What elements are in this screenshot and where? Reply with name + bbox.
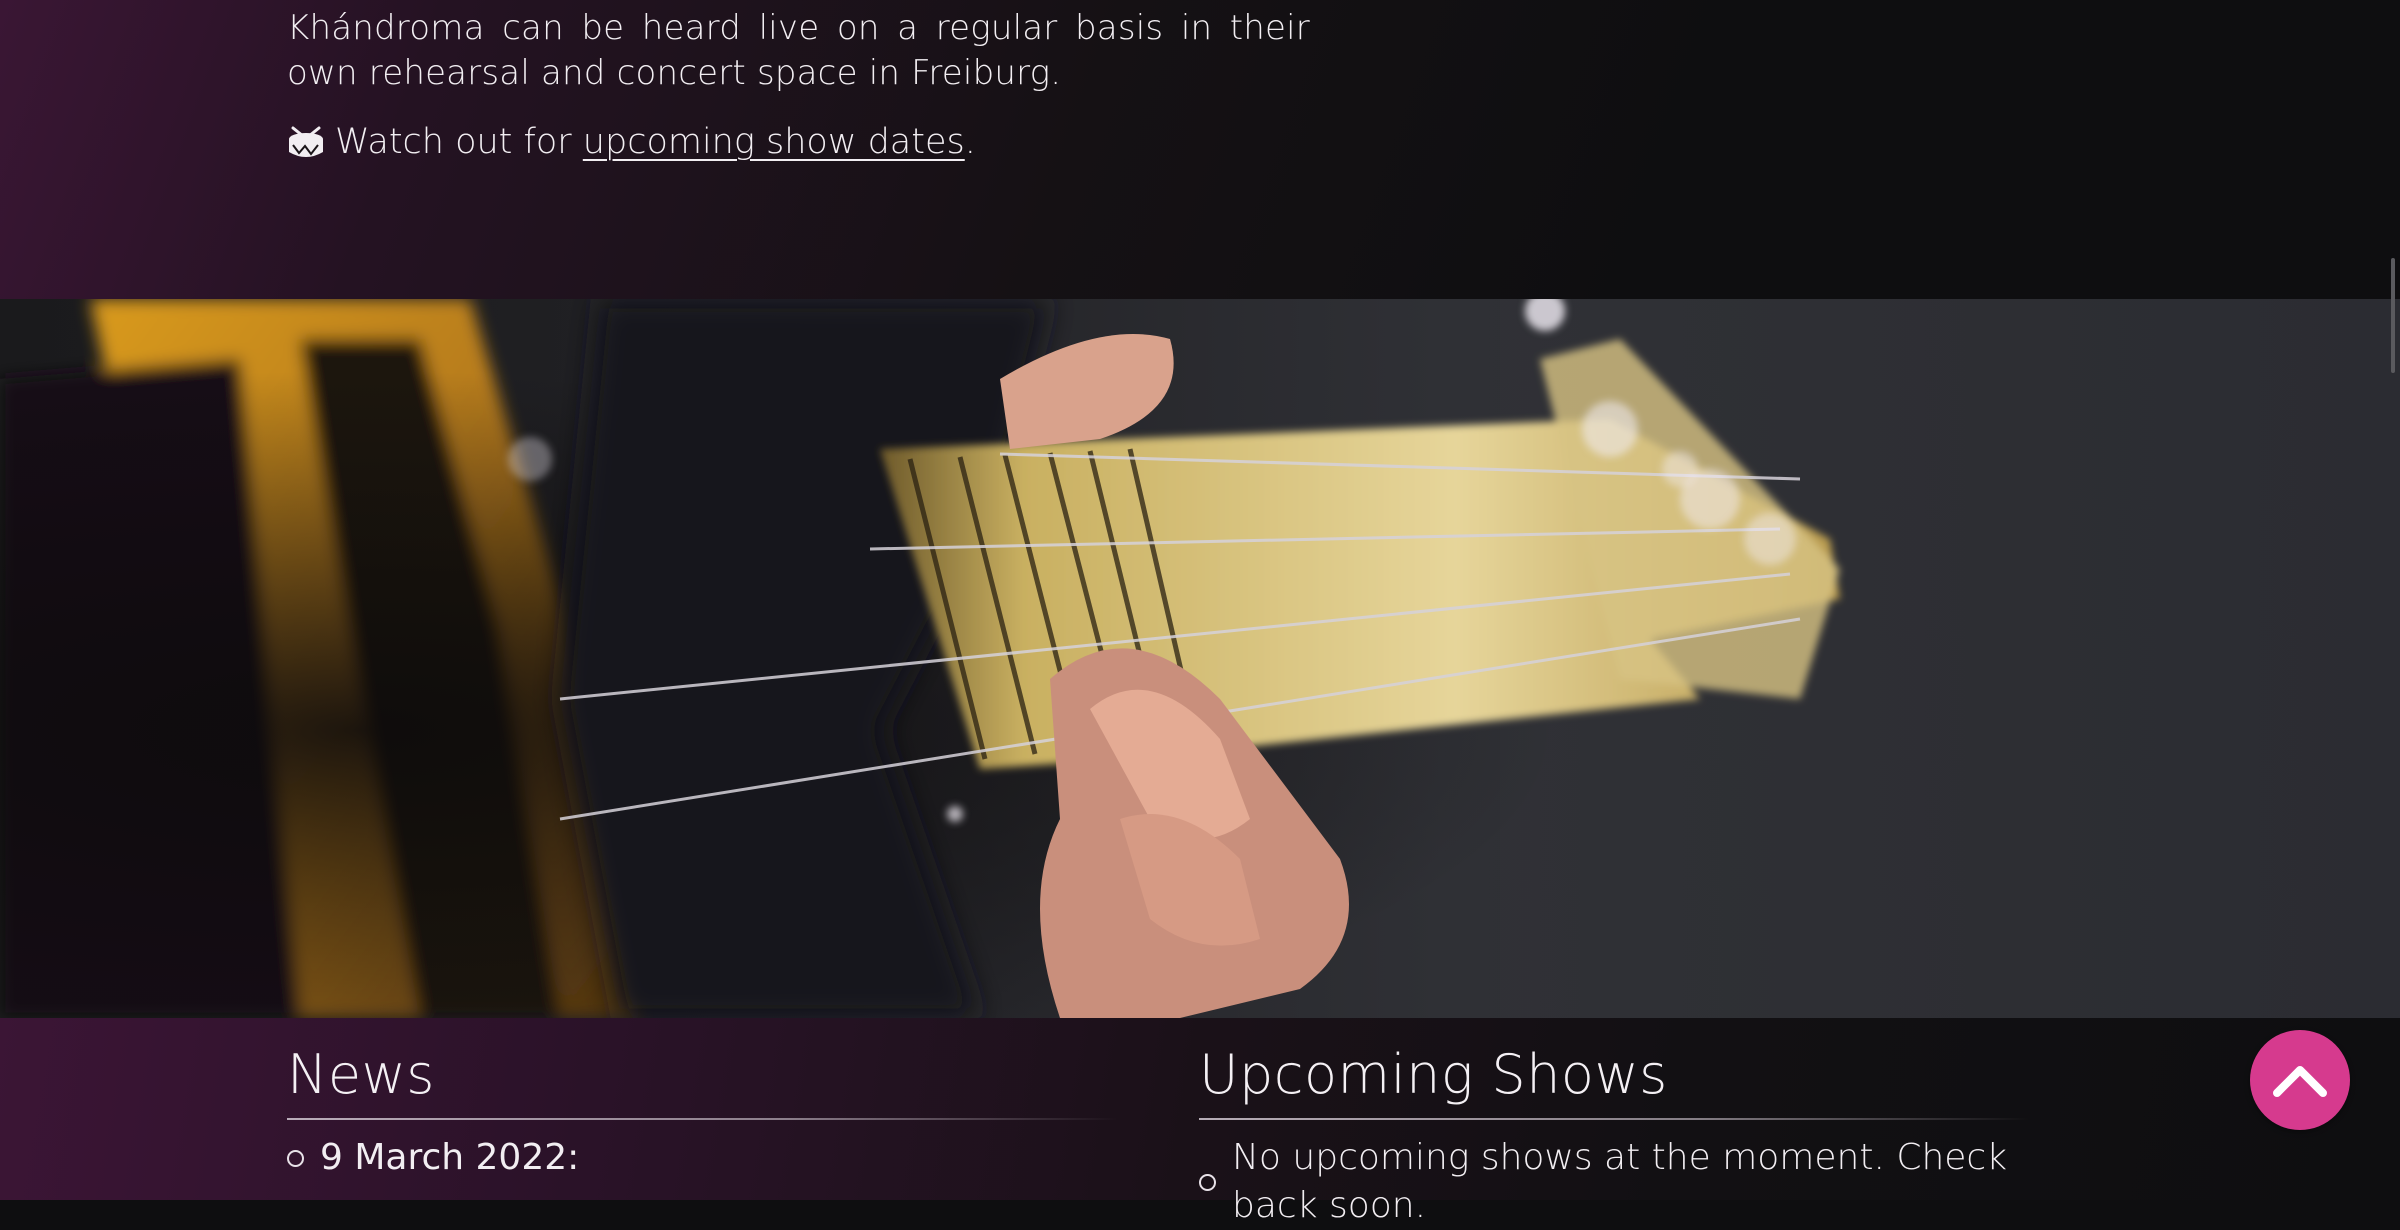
scroll-to-top-button[interactable] [2250, 1030, 2350, 1130]
watch-suffix: . [964, 122, 976, 162]
show-item-text: No upcoming shows at the moment. Check b… [1232, 1137, 2008, 1226]
circle-bullet-icon [1199, 1173, 1216, 1191]
news-list: 9 March 2022: [287, 1134, 1117, 1182]
news-heading: News [287, 1043, 435, 1106]
upcoming-shows-link[interactable]: upcoming show dates [583, 118, 965, 166]
news-item-date: 9 March 2022: [320, 1137, 580, 1178]
news-item: 9 March 2022: [287, 1134, 1117, 1182]
shows-divider [1199, 1118, 2029, 1120]
watch-line: Watch out for upcoming show dates . [287, 118, 976, 166]
drum-icon [287, 125, 325, 159]
circle-bullet-icon [287, 1149, 304, 1167]
intro-section: Khándroma can be heard live on a regular… [0, 0, 2400, 299]
hero-image [0, 299, 2400, 1018]
intro-paragraph: Khándroma can be heard live on a regular… [287, 8, 1310, 93]
watch-prefix: Watch out for [335, 122, 583, 162]
news-column: News 9 March 2022: [287, 1040, 1117, 1182]
chevron-up-icon [2273, 1066, 2327, 1097]
news-divider [287, 1118, 1117, 1120]
shows-list: No upcoming shows at the moment. Check b… [1199, 1134, 2029, 1230]
show-item: No upcoming shows at the moment. Check b… [1199, 1134, 2029, 1230]
scrollbar-thumb[interactable] [2391, 258, 2395, 373]
shows-column: Upcoming Shows No upcoming shows at the … [1199, 1040, 2029, 1230]
shows-heading: Upcoming Shows [1199, 1043, 1668, 1106]
